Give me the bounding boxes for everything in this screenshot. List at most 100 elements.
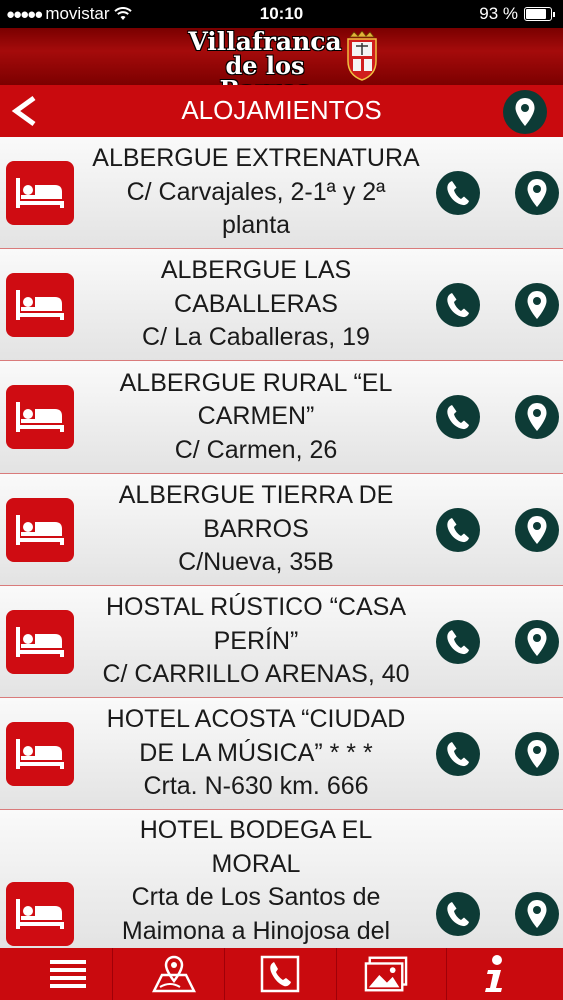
coat-of-arms-icon — [347, 31, 377, 81]
call-button[interactable] — [436, 170, 480, 215]
accommodation-name: HOTEL BODEGA EL — [139, 816, 373, 844]
bed-icon — [16, 626, 64, 657]
map-pin-icon — [527, 178, 547, 207]
call-button[interactable] — [436, 619, 480, 664]
tab-phone[interactable] — [258, 954, 302, 994]
tab-map[interactable] — [152, 954, 196, 994]
accommodation-item[interactable]: HOSTAL RÚSTICO “CASA PERÍN” C/ CARRILLO AR… — [0, 586, 563, 698]
page-title: ALOJAMIENTOS — [181, 95, 382, 125]
phone-icon — [447, 180, 469, 205]
accommodation-name: ALBERGUE LAS — [160, 256, 352, 285]
accommodation-name: MORAL — [211, 849, 301, 878]
accommodation-address: C/ La Caballeras, 19 — [142, 323, 370, 352]
accommodation-item[interactable]: HOTEL BODEGA EL MORAL Crta de Los Santos d… — [0, 810, 563, 948]
accommodation-address: C/ Carmen, 26 — [174, 435, 338, 464]
map-pin-icon — [527, 739, 547, 768]
call-button[interactable] — [436, 507, 480, 552]
phone-icon — [447, 517, 469, 542]
accommodation-address: Maimona a Hinojosa del — [121, 916, 391, 945]
map-route-icon — [152, 955, 196, 993]
accommodation-name: CABALLERAS — [174, 289, 338, 318]
accommodation-address: planta — [221, 211, 291, 240]
accommodation-item[interactable]: HOTEL ACOSTA “CIUDAD DE LA MÚSICA” * * * C… — [0, 698, 563, 810]
phone-icon — [260, 955, 300, 993]
accommodation-text: HOSTAL RÚSTICO “CASA PERÍN” C/ CARRILLO AR… — [80, 591, 432, 692]
phone-icon — [447, 629, 469, 654]
location-button[interactable] — [515, 507, 559, 552]
accommodation-name: ALBERGUE RURAL “EL — [119, 368, 393, 397]
accommodation-list: ALBERGUE EXTRENATURA C/ Carvajales, 2-1ª … — [0, 137, 563, 948]
bottom-tab-bar — [0, 948, 563, 1000]
accommodation-item[interactable]: ALBERGUE EXTRENATURA C/ Carvajales, 2-1ª … — [0, 137, 563, 249]
accommodation-address: Crta de Los Santos de — [131, 883, 381, 911]
menu-icon — [50, 960, 86, 988]
accommodation-address: Crta. N-630 km. 666 — [143, 772, 369, 801]
map-pin-icon — [527, 290, 547, 319]
battery-icon — [524, 7, 552, 21]
accommodation-name: CARMEN” — [197, 402, 315, 431]
info-icon — [485, 955, 502, 992]
accommodation-icon — [6, 609, 74, 674]
location-button[interactable] — [515, 395, 559, 439]
accommodation-icon — [6, 160, 74, 225]
map-pin-icon — [515, 98, 535, 126]
accommodation-icon — [6, 497, 74, 562]
accommodation-name: BARROS — [203, 514, 309, 543]
accommodation-address: C/ CARRILLO ARENAS, 40 — [102, 660, 410, 689]
call-button[interactable] — [436, 731, 480, 776]
location-button[interactable] — [515, 892, 559, 936]
accommodation-icon — [6, 272, 74, 337]
tab-menu[interactable] — [46, 954, 90, 994]
map-pin-icon — [527, 515, 547, 544]
accommodation-name: ALBERGUE EXTRENATURA — [92, 144, 420, 173]
title-bar: ALOJAMIENTOS — [0, 85, 563, 137]
location-button[interactable] — [515, 619, 559, 664]
gallery-icon — [364, 956, 408, 992]
bed-icon — [16, 514, 64, 545]
call-button[interactable] — [436, 282, 480, 327]
phone-icon — [447, 902, 469, 927]
map-pin-icon — [527, 403, 547, 431]
location-button[interactable] — [515, 170, 559, 215]
battery-status: 93 % — [479, 4, 555, 24]
battery-percent: 93 % — [479, 4, 518, 23]
tab-info[interactable] — [472, 954, 516, 994]
accommodation-text: ALBERGUE TIERRA DE BARROS C/Nueva, 35B — [80, 479, 432, 580]
accommodation-icon — [6, 721, 74, 786]
accommodation-text: ALBERGUE RURAL “EL CARMEN” C/ Carmen, 26 — [80, 367, 432, 468]
accommodation-text: ALBERGUE EXTRENATURA C/ Carvajales, 2-1ª … — [80, 142, 432, 243]
accommodation-text: ALBERGUE LAS CABALLERAS C/ La Caballeras, … — [80, 254, 432, 355]
accommodation-name: HOSTAL RÚSTICO “CASA — [105, 593, 407, 622]
location-button[interactable] — [515, 282, 559, 327]
map-button[interactable] — [503, 90, 547, 134]
accommodation-icon — [6, 385, 74, 449]
call-button[interactable] — [436, 395, 480, 439]
brand-header: Villafranca de los Barros — [0, 28, 563, 102]
bed-icon — [16, 899, 64, 929]
location-button[interactable] — [515, 731, 559, 776]
accommodation-text: HOTEL ACOSTA “CIUDAD DE LA MÚSICA” * * * C… — [80, 703, 432, 804]
bed-icon — [16, 177, 64, 208]
map-pin-icon — [527, 900, 547, 928]
accommodation-text: HOTEL BODEGA EL MORAL Crta de Los Santos d… — [80, 814, 432, 948]
accommodation-icon — [6, 882, 74, 946]
phone-icon — [447, 292, 469, 317]
accommodation-name: ALBERGUE TIERRA DE — [118, 481, 394, 510]
status-bar: ●●●●● movistar 10:10 93 % — [0, 0, 563, 28]
accommodation-item[interactable]: ALBERGUE TIERRA DE BARROS C/Nueva, 35B — [0, 474, 563, 586]
tab-gallery[interactable] — [364, 954, 408, 994]
bed-icon — [16, 738, 64, 769]
phone-icon — [447, 405, 469, 430]
accommodation-address: C/Nueva, 35B — [178, 548, 334, 577]
phone-icon — [447, 741, 469, 766]
accommodation-item[interactable]: ALBERGUE LAS CABALLERAS C/ La Caballeras, … — [0, 249, 563, 361]
bed-icon — [16, 402, 64, 432]
accommodation-address: C/ Carvajales, 2-1ª y 2ª — [126, 177, 386, 206]
accommodation-name: DE LA MÚSICA” * * * — [139, 738, 373, 767]
call-button[interactable] — [436, 892, 480, 936]
map-pin-icon — [527, 627, 547, 656]
accommodation-name: PERÍN” — [213, 626, 299, 655]
bed-icon — [16, 289, 64, 320]
accommodation-name: HOTEL ACOSTA “CIUDAD — [106, 705, 406, 734]
accommodation-item[interactable]: ALBERGUE RURAL “EL CARMEN” C/ Carmen, 26 — [0, 361, 563, 474]
